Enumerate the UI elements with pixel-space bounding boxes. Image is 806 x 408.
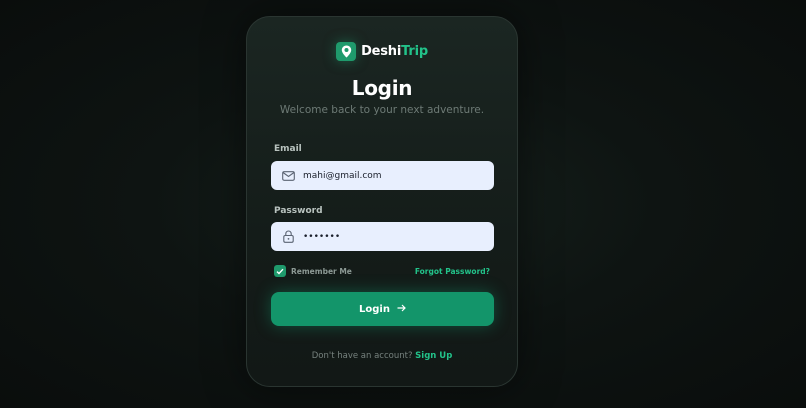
password-label: Password [274,206,323,216]
email-label: Email [274,144,302,154]
remember-me-label: Remember Me [291,266,352,276]
lock-icon [281,230,295,244]
mail-icon [281,169,295,183]
email-input[interactable] [303,170,483,181]
map-pin-icon [336,42,357,61]
page-title: Login [351,76,413,100]
login-card: DeshiTrip Login Welcome back to your nex… [246,16,518,387]
remember-me-checkbox[interactable] [274,265,286,277]
password-field-container[interactable] [271,222,494,251]
email-field-container[interactable] [271,161,494,190]
brand-name: DeshiTrip [361,44,428,59]
remember-me[interactable]: Remember Me [274,265,352,277]
signup-prompt: Don't have an account? Sign Up [247,351,517,361]
login-button[interactable]: Login [271,292,494,326]
arrow-right-icon [397,304,406,315]
login-button-label: Login [359,303,390,315]
signup-link[interactable]: Sign Up [415,351,452,361]
page-subtitle: Welcome back to your next adventure. [279,104,485,116]
forgot-password-link[interactable]: Forgot Password? [415,267,490,276]
password-input[interactable] [303,231,483,242]
brand-logo: DeshiTrip [247,42,517,61]
signup-question: Don't have an account? [311,351,413,361]
